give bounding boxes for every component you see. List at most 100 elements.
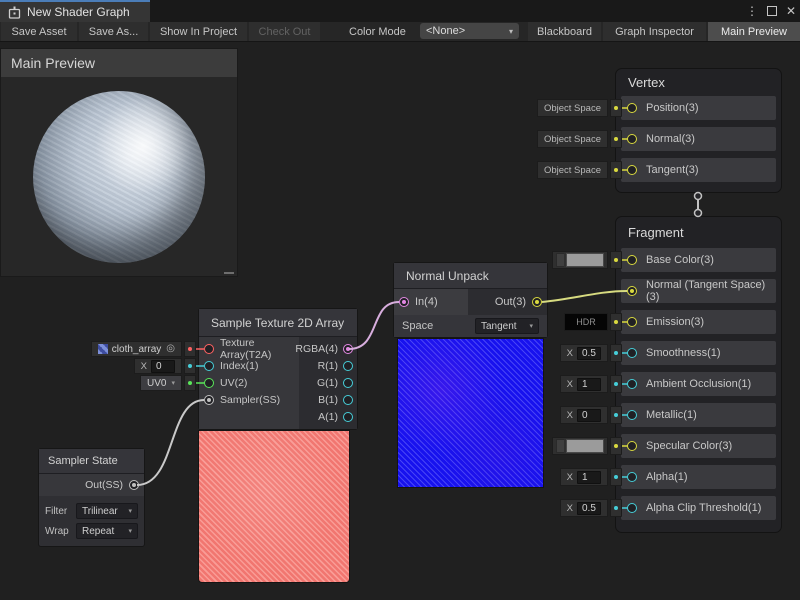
- vertex-row-normal[interactable]: Normal(3): [621, 127, 776, 151]
- a-port[interactable]: [343, 412, 353, 422]
- texture-array-port[interactable]: [204, 344, 214, 354]
- base-color-swatch[interactable]: [566, 253, 604, 267]
- space-dropdown[interactable]: Tangent ▾: [475, 318, 539, 334]
- uv-port[interactable]: [204, 378, 214, 388]
- smoothness-value-widget[interactable]: X0.5: [560, 344, 622, 362]
- alpha-clip-value-widget[interactable]: X0.5: [560, 499, 622, 517]
- filter-row: Filter Trilinear ▾: [45, 502, 138, 520]
- index-port[interactable]: [204, 361, 214, 371]
- tab-new-shader-graph[interactable]: New Shader Graph: [0, 0, 150, 22]
- input-texture-array[interactable]: Texture Array(T2A): [199, 340, 299, 357]
- normal-unpack-node[interactable]: Normal Unpack In(4) Out(3) Space Tangent…: [393, 262, 548, 338]
- out-port[interactable]: [532, 297, 542, 307]
- g-port[interactable]: [343, 378, 353, 388]
- vertex-row-tangent[interactable]: Tangent(3): [621, 158, 776, 182]
- vertex-node[interactable]: Vertex Position(3) Normal(3) Tangent(3): [615, 68, 782, 193]
- graph-inspector-toggle-button[interactable]: Graph Inspector: [603, 22, 706, 41]
- alpha-value-field[interactable]: 1: [577, 471, 601, 484]
- metallic-port[interactable]: [627, 410, 637, 420]
- shader-graph-icon: [8, 6, 21, 19]
- input-uv[interactable]: UV(2): [199, 374, 299, 391]
- output-b[interactable]: B(1): [299, 391, 357, 408]
- output-a[interactable]: A(1): [299, 408, 357, 425]
- fragment-row-alpha-clip[interactable]: Alpha Clip Threshold(1): [621, 496, 776, 520]
- output-g[interactable]: G(1): [299, 374, 357, 391]
- alpha-clip-value-field[interactable]: 0.5: [577, 502, 601, 515]
- specular-color-port[interactable]: [627, 441, 637, 451]
- base-color-swatch-widget[interactable]: [552, 251, 622, 269]
- specular-color-swatch[interactable]: [566, 439, 604, 453]
- ambient-occlusion-value-field[interactable]: 1: [577, 378, 601, 391]
- alpha-value-widget[interactable]: X1: [560, 468, 622, 486]
- tangent-port[interactable]: [627, 165, 637, 175]
- shader-preview-sphere[interactable]: [33, 91, 205, 263]
- emission-hdr-widget[interactable]: HDR: [564, 313, 622, 331]
- in-port[interactable]: [399, 297, 409, 307]
- alpha-port[interactable]: [627, 472, 637, 482]
- output-r[interactable]: R(1): [299, 357, 357, 374]
- fragment-row-metallic[interactable]: Metallic(1): [621, 403, 776, 427]
- main-preview-panel[interactable]: Main Preview: [0, 48, 238, 277]
- sampler-state-node[interactable]: Sampler State Out(SS) Filter Trilinear ▾…: [38, 448, 145, 547]
- filter-dropdown[interactable]: Trilinear ▾: [76, 503, 138, 519]
- blackboard-toggle-button[interactable]: Blackboard: [528, 22, 601, 41]
- color-mode-dropdown[interactable]: <None> ▾: [420, 23, 519, 39]
- uv-channel-widget[interactable]: UV0 ▾: [140, 375, 196, 391]
- index-value-field[interactable]: 0: [151, 360, 175, 373]
- normal-unpack-output[interactable]: Out(3): [468, 289, 547, 315]
- b-port[interactable]: [343, 395, 353, 405]
- smoothness-port[interactable]: [627, 348, 637, 358]
- normal-space-widget[interactable]: Object Space: [537, 130, 622, 148]
- alpha-clip-port[interactable]: [627, 503, 637, 513]
- main-preview-panel-header[interactable]: Main Preview: [1, 49, 237, 77]
- normal-unpack-input[interactable]: In(4): [394, 289, 468, 315]
- base-color-port[interactable]: [627, 255, 637, 265]
- normal-ts-port[interactable]: [627, 286, 637, 296]
- fragment-row-ambient-occlusion[interactable]: Ambient Occlusion(1): [621, 372, 776, 396]
- normal-port[interactable]: [627, 134, 637, 144]
- position-space-widget[interactable]: Object Space: [537, 99, 622, 117]
- object-picker-icon[interactable]: ◎: [166, 344, 175, 354]
- specular-color-label: Specular Color(3): [646, 440, 732, 452]
- ambient-occlusion-value-widget[interactable]: X1: [560, 375, 622, 393]
- save-as-button[interactable]: Save As...: [79, 22, 148, 41]
- ambient-occlusion-port[interactable]: [627, 379, 637, 389]
- metallic-value-field[interactable]: 0: [577, 409, 601, 422]
- index-value-widget[interactable]: X0: [134, 358, 196, 374]
- output-rgba[interactable]: RGBA(4): [299, 340, 357, 357]
- normal-widget-stub: [610, 130, 622, 148]
- sample-texture-2d-array-node[interactable]: Sample Texture 2D Array Texture Array(T2…: [198, 308, 358, 430]
- save-asset-button[interactable]: Save Asset: [1, 22, 77, 41]
- texture-array-object-widget[interactable]: cloth_array ◎: [91, 341, 196, 357]
- panel-resize-handle[interactable]: [224, 272, 234, 274]
- smoothness-value-field[interactable]: 0.5: [577, 347, 601, 360]
- fragment-row-specular-color[interactable]: Specular Color(3): [621, 434, 776, 458]
- rgba-port[interactable]: [343, 344, 353, 354]
- check-out-button: Check Out: [249, 22, 320, 41]
- sampler-port[interactable]: [204, 395, 214, 405]
- vertex-row-position[interactable]: Position(3): [621, 96, 776, 120]
- fragment-node[interactable]: Fragment Base Color(3) Normal (Tangent S…: [615, 216, 782, 533]
- input-sampler[interactable]: Sampler(SS): [199, 391, 299, 408]
- wrap-dropdown[interactable]: Repeat ▾: [76, 523, 138, 539]
- fragment-row-alpha[interactable]: Alpha(1): [621, 465, 776, 489]
- fragment-row-normal-ts[interactable]: Normal (Tangent Space)(3): [621, 279, 776, 303]
- fragment-row-base-color[interactable]: Base Color(3): [621, 248, 776, 272]
- out-ss-port[interactable]: [129, 480, 139, 490]
- tangent-space-widget[interactable]: Object Space: [537, 161, 622, 179]
- fragment-row-emission[interactable]: Emission(3): [621, 310, 776, 334]
- close-icon[interactable]: ✕: [786, 5, 796, 17]
- r-port[interactable]: [343, 361, 353, 371]
- fragment-row-smoothness[interactable]: Smoothness(1): [621, 341, 776, 365]
- show-in-project-button[interactable]: Show In Project: [150, 22, 247, 41]
- main-preview-toggle-button[interactable]: Main Preview: [708, 22, 800, 41]
- emission-port[interactable]: [627, 317, 637, 327]
- specular-color-swatch-widget[interactable]: [552, 437, 622, 455]
- position-port[interactable]: [627, 103, 637, 113]
- alpha-clip-label: Alpha Clip Threshold(1): [646, 502, 761, 514]
- kebab-menu-icon[interactable]: ⋮: [746, 5, 758, 17]
- maximize-icon[interactable]: [767, 6, 777, 16]
- sampler-state-output[interactable]: Out(SS): [39, 474, 144, 496]
- metallic-value-widget[interactable]: X0: [560, 406, 622, 424]
- sample-node-title: Sample Texture 2D Array: [199, 309, 357, 337]
